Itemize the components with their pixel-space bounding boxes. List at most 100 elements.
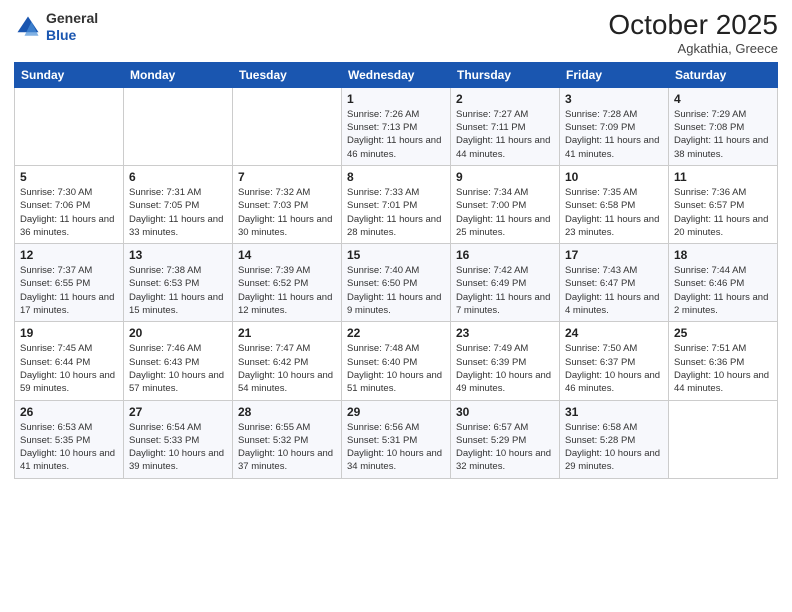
calendar-cell: 8 Sunrise: 7:33 AMSunset: 7:01 PMDaylight… [342,165,451,243]
day-number: 24 [565,326,663,340]
logo: General Blue [14,10,98,44]
day-number: 26 [20,405,118,419]
calendar-cell: 17Sunrise: 7:43 AMSunset: 6:47 PMDayligh… [560,244,669,322]
weekday-header-friday: Friday [560,62,669,87]
day-info: Sunrise: 7:33 AMSunset: 7:01 PMDaylight:… [347,186,445,239]
day-number: 11 [674,170,772,184]
day-number: 20 [129,326,227,340]
day-number: 29 [347,405,445,419]
day-number: 12 [20,248,118,262]
day-info: Sunrise: 6:57 AMSunset: 5:29 PMDaylight:… [456,421,554,474]
day-info: Sunrise: 7:45 AMSunset: 6:44 PMDaylight:… [20,342,118,395]
day-number: 1 [347,92,445,106]
day-number: 3 [565,92,663,106]
day-info: Sunrise: 7:31 AMSunset: 7:05 PMDaylight:… [129,186,227,239]
header: General Blue October 2025 Agkathia, Gree… [14,10,778,56]
calendar-cell: 26 Sunrise: 6:53 AMSunset: 5:35 PMDayligh… [15,400,124,478]
logo-general-text: General [46,10,98,26]
calendar-cell: 30 Sunrise: 6:57 AMSunset: 5:29 PMDayligh… [451,400,560,478]
day-number: 25 [674,326,772,340]
day-info: Sunrise: 7:26 AMSunset: 7:13 PMDaylight:… [347,108,445,161]
day-number: 21 [238,326,336,340]
day-info: Sunrise: 7:29 AMSunset: 7:08 PMDaylight:… [674,108,772,161]
calendar-cell: 10 Sunrise: 7:35 AMSunset: 6:58 PMDayligh… [560,165,669,243]
logo-icon [14,13,42,41]
day-info: Sunrise: 7:39 AMSunset: 6:52 PMDaylight:… [238,264,336,317]
day-number: 17 [565,248,663,262]
calendar-cell: 3Sunrise: 7:28 AMSunset: 7:09 PMDaylight… [560,87,669,165]
calendar-cell: 21Sunrise: 7:47 AMSunset: 6:42 PMDayligh… [233,322,342,400]
day-number: 10 [565,170,663,184]
calendar-week-row: 12 Sunrise: 7:37 AMSunset: 6:55 PMDayligh… [15,244,778,322]
calendar-cell: 5 Sunrise: 7:30 AMSunset: 7:06 PMDaylight… [15,165,124,243]
day-info: Sunrise: 7:49 AMSunset: 6:39 PMDaylight:… [456,342,554,395]
calendar-cell [15,87,124,165]
day-info: Sunrise: 7:48 AMSunset: 6:40 PMDaylight:… [347,342,445,395]
day-number: 27 [129,405,227,419]
day-info: Sunrise: 7:27 AMSunset: 7:11 PMDaylight:… [456,108,554,161]
calendar-week-row: 26 Sunrise: 6:53 AMSunset: 5:35 PMDayligh… [15,400,778,478]
calendar-cell: 25 Sunrise: 7:51 AMSunset: 6:36 PMDayligh… [669,322,778,400]
day-number: 30 [456,405,554,419]
day-info: Sunrise: 7:35 AMSunset: 6:58 PMDaylight:… [565,186,663,239]
month-title: October 2025 [608,10,778,41]
calendar-cell: 31 Sunrise: 6:58 AMSunset: 5:28 PMDayligh… [560,400,669,478]
day-number: 31 [565,405,663,419]
calendar-cell: 7Sunrise: 7:32 AMSunset: 7:03 PMDaylight… [233,165,342,243]
day-info: Sunrise: 7:37 AMSunset: 6:55 PMDaylight:… [20,264,118,317]
logo-blue-text: Blue [46,27,76,43]
calendar-week-row: 5 Sunrise: 7:30 AMSunset: 7:06 PMDaylight… [15,165,778,243]
day-info: Sunrise: 7:38 AMSunset: 6:53 PMDaylight:… [129,264,227,317]
weekday-header-monday: Monday [124,62,233,87]
day-info: Sunrise: 7:30 AMSunset: 7:06 PMDaylight:… [20,186,118,239]
day-info: Sunrise: 6:53 AMSunset: 5:35 PMDaylight:… [20,421,118,474]
calendar-cell: 20 Sunrise: 7:46 AMSunset: 6:43 PMDayligh… [124,322,233,400]
calendar-cell: 28Sunrise: 6:55 AMSunset: 5:32 PMDayligh… [233,400,342,478]
calendar-cell: 2Sunrise: 7:27 AMSunset: 7:11 PMDaylight… [451,87,560,165]
calendar-cell: 22 Sunrise: 7:48 AMSunset: 6:40 PMDayligh… [342,322,451,400]
calendar-cell: 14 Sunrise: 7:39 AMSunset: 6:52 PMDayligh… [233,244,342,322]
calendar-week-row: 1 Sunrise: 7:26 AMSunset: 7:13 PMDaylight… [15,87,778,165]
day-info: Sunrise: 7:40 AMSunset: 6:50 PMDaylight:… [347,264,445,317]
day-number: 22 [347,326,445,340]
calendar-cell [669,400,778,478]
day-number: 28 [238,405,336,419]
day-number: 13 [129,248,227,262]
day-info: Sunrise: 7:50 AMSunset: 6:37 PMDaylight:… [565,342,663,395]
calendar-cell: 1 Sunrise: 7:26 AMSunset: 7:13 PMDaylight… [342,87,451,165]
day-number: 14 [238,248,336,262]
calendar-cell: 19 Sunrise: 7:45 AMSunset: 6:44 PMDayligh… [15,322,124,400]
day-number: 15 [347,248,445,262]
day-info: Sunrise: 7:36 AMSunset: 6:57 PMDaylight:… [674,186,772,239]
calendar-cell: 12 Sunrise: 7:37 AMSunset: 6:55 PMDayligh… [15,244,124,322]
weekday-header-saturday: Saturday [669,62,778,87]
day-info: Sunrise: 6:54 AMSunset: 5:33 PMDaylight:… [129,421,227,474]
day-number: 8 [347,170,445,184]
calendar-cell: 18 Sunrise: 7:44 AMSunset: 6:46 PMDayligh… [669,244,778,322]
day-number: 5 [20,170,118,184]
day-number: 18 [674,248,772,262]
calendar-cell: 6 Sunrise: 7:31 AMSunset: 7:05 PMDaylight… [124,165,233,243]
calendar-cell [124,87,233,165]
day-info: Sunrise: 7:44 AMSunset: 6:46 PMDaylight:… [674,264,772,317]
day-number: 19 [20,326,118,340]
calendar-cell: 11 Sunrise: 7:36 AMSunset: 6:57 PMDayligh… [669,165,778,243]
calendar-cell: 29 Sunrise: 6:56 AMSunset: 5:31 PMDayligh… [342,400,451,478]
day-info: Sunrise: 7:32 AMSunset: 7:03 PMDaylight:… [238,186,336,239]
calendar-cell: 24 Sunrise: 7:50 AMSunset: 6:37 PMDayligh… [560,322,669,400]
calendar-cell: 27 Sunrise: 6:54 AMSunset: 5:33 PMDayligh… [124,400,233,478]
weekday-header-thursday: Thursday [451,62,560,87]
day-info: Sunrise: 6:56 AMSunset: 5:31 PMDaylight:… [347,421,445,474]
day-info: Sunrise: 7:46 AMSunset: 6:43 PMDaylight:… [129,342,227,395]
calendar-week-row: 19 Sunrise: 7:45 AMSunset: 6:44 PMDayligh… [15,322,778,400]
day-number: 4 [674,92,772,106]
day-number: 6 [129,170,227,184]
day-info: Sunrise: 7:42 AMSunset: 6:49 PMDaylight:… [456,264,554,317]
weekday-header-tuesday: Tuesday [233,62,342,87]
weekday-header-sunday: Sunday [15,62,124,87]
calendar-cell: 23 Sunrise: 7:49 AMSunset: 6:39 PMDayligh… [451,322,560,400]
day-number: 23 [456,326,554,340]
day-info: Sunrise: 6:58 AMSunset: 5:28 PMDaylight:… [565,421,663,474]
weekday-header-wednesday: Wednesday [342,62,451,87]
day-info: Sunrise: 7:51 AMSunset: 6:36 PMDaylight:… [674,342,772,395]
